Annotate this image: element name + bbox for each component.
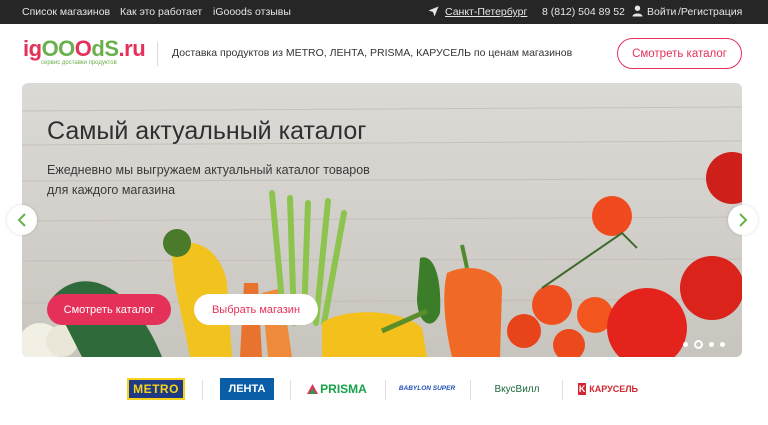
link-how-it-works[interactable]: Как это работает — [120, 6, 202, 18]
carousel-prev-button[interactable] — [7, 205, 37, 235]
store-logo-prisma-label: PRISMA — [320, 382, 367, 396]
login-link[interactable]: Войти — [647, 6, 676, 18]
store-logo-karusel[interactable]: K КАРУСЕЛЬ — [578, 378, 638, 400]
karusel-k-icon: K — [578, 383, 587, 395]
carousel-dots — [683, 339, 725, 349]
user-icon — [632, 5, 643, 17]
logo-tagline: сервис доставки продуктов — [41, 60, 117, 66]
logo-mark: igOOOdS.ru — [23, 36, 146, 61]
carousel-next-button[interactable] — [728, 205, 758, 235]
hero-banner: Самый актуальный каталог Ежедневно мы вы… — [22, 83, 742, 357]
carousel-dot-2[interactable] — [694, 339, 703, 349]
store-logos: METRO ЛЕНТА PRISMA BABYLON SUPER ВкусВил… — [0, 370, 768, 410]
store-separator — [202, 380, 203, 400]
prisma-triangle-icon — [307, 384, 319, 394]
view-catalog-button-header[interactable]: Смотреть каталог — [617, 38, 742, 69]
chevron-right-icon — [739, 213, 748, 227]
store-logo-vkusvill[interactable]: ВкусВилл — [486, 378, 548, 400]
store-logo-metro[interactable]: METRO — [127, 378, 185, 400]
register-link[interactable]: /Регистрация — [678, 6, 742, 18]
link-store-list[interactable]: Список магазинов — [22, 6, 110, 18]
header: igOOOdS.ru сервис доставки продуктов Дос… — [0, 24, 768, 82]
store-logo-babylon-super[interactable]: BABYLON SUPER — [399, 378, 455, 400]
header-divider — [157, 42, 158, 66]
carousel-dot-1[interactable] — [683, 341, 688, 347]
header-tagline: Доставка продуктов из METRO, ЛЕНТА, PRIS… — [172, 47, 573, 59]
carousel-dot-4[interactable] — [720, 341, 725, 347]
top-bar: Список магазинов Как это работает iGoood… — [0, 0, 768, 24]
logo[interactable]: igOOOdS.ru сервис доставки продуктов — [23, 38, 153, 72]
city-selector[interactable]: Санкт-Петербург — [445, 6, 527, 18]
hero-title: Самый актуальный каталог — [47, 117, 367, 145]
store-separator — [562, 380, 563, 400]
view-catalog-button[interactable]: Смотреть каталог — [47, 294, 171, 325]
choose-store-button[interactable]: Выбрать магазин — [194, 294, 318, 325]
chevron-left-icon — [17, 213, 26, 227]
store-logo-karusel-label: КАРУСЕЛЬ — [589, 384, 638, 394]
store-logo-lenta[interactable]: ЛЕНТА — [220, 378, 274, 400]
store-separator — [470, 380, 471, 400]
location-arrow-icon — [428, 6, 439, 17]
store-separator — [290, 380, 291, 400]
phone-number[interactable]: 8 (812) 504 89 52 — [542, 6, 625, 18]
link-reviews[interactable]: iGooods отзывы — [213, 6, 291, 18]
store-separator — [385, 380, 386, 400]
carousel-dot-3[interactable] — [709, 341, 714, 347]
store-logo-prisma[interactable]: PRISMA — [305, 378, 369, 400]
hero-subtitle: Ежедневно мы выгружаем актуальный катало… — [47, 163, 370, 197]
